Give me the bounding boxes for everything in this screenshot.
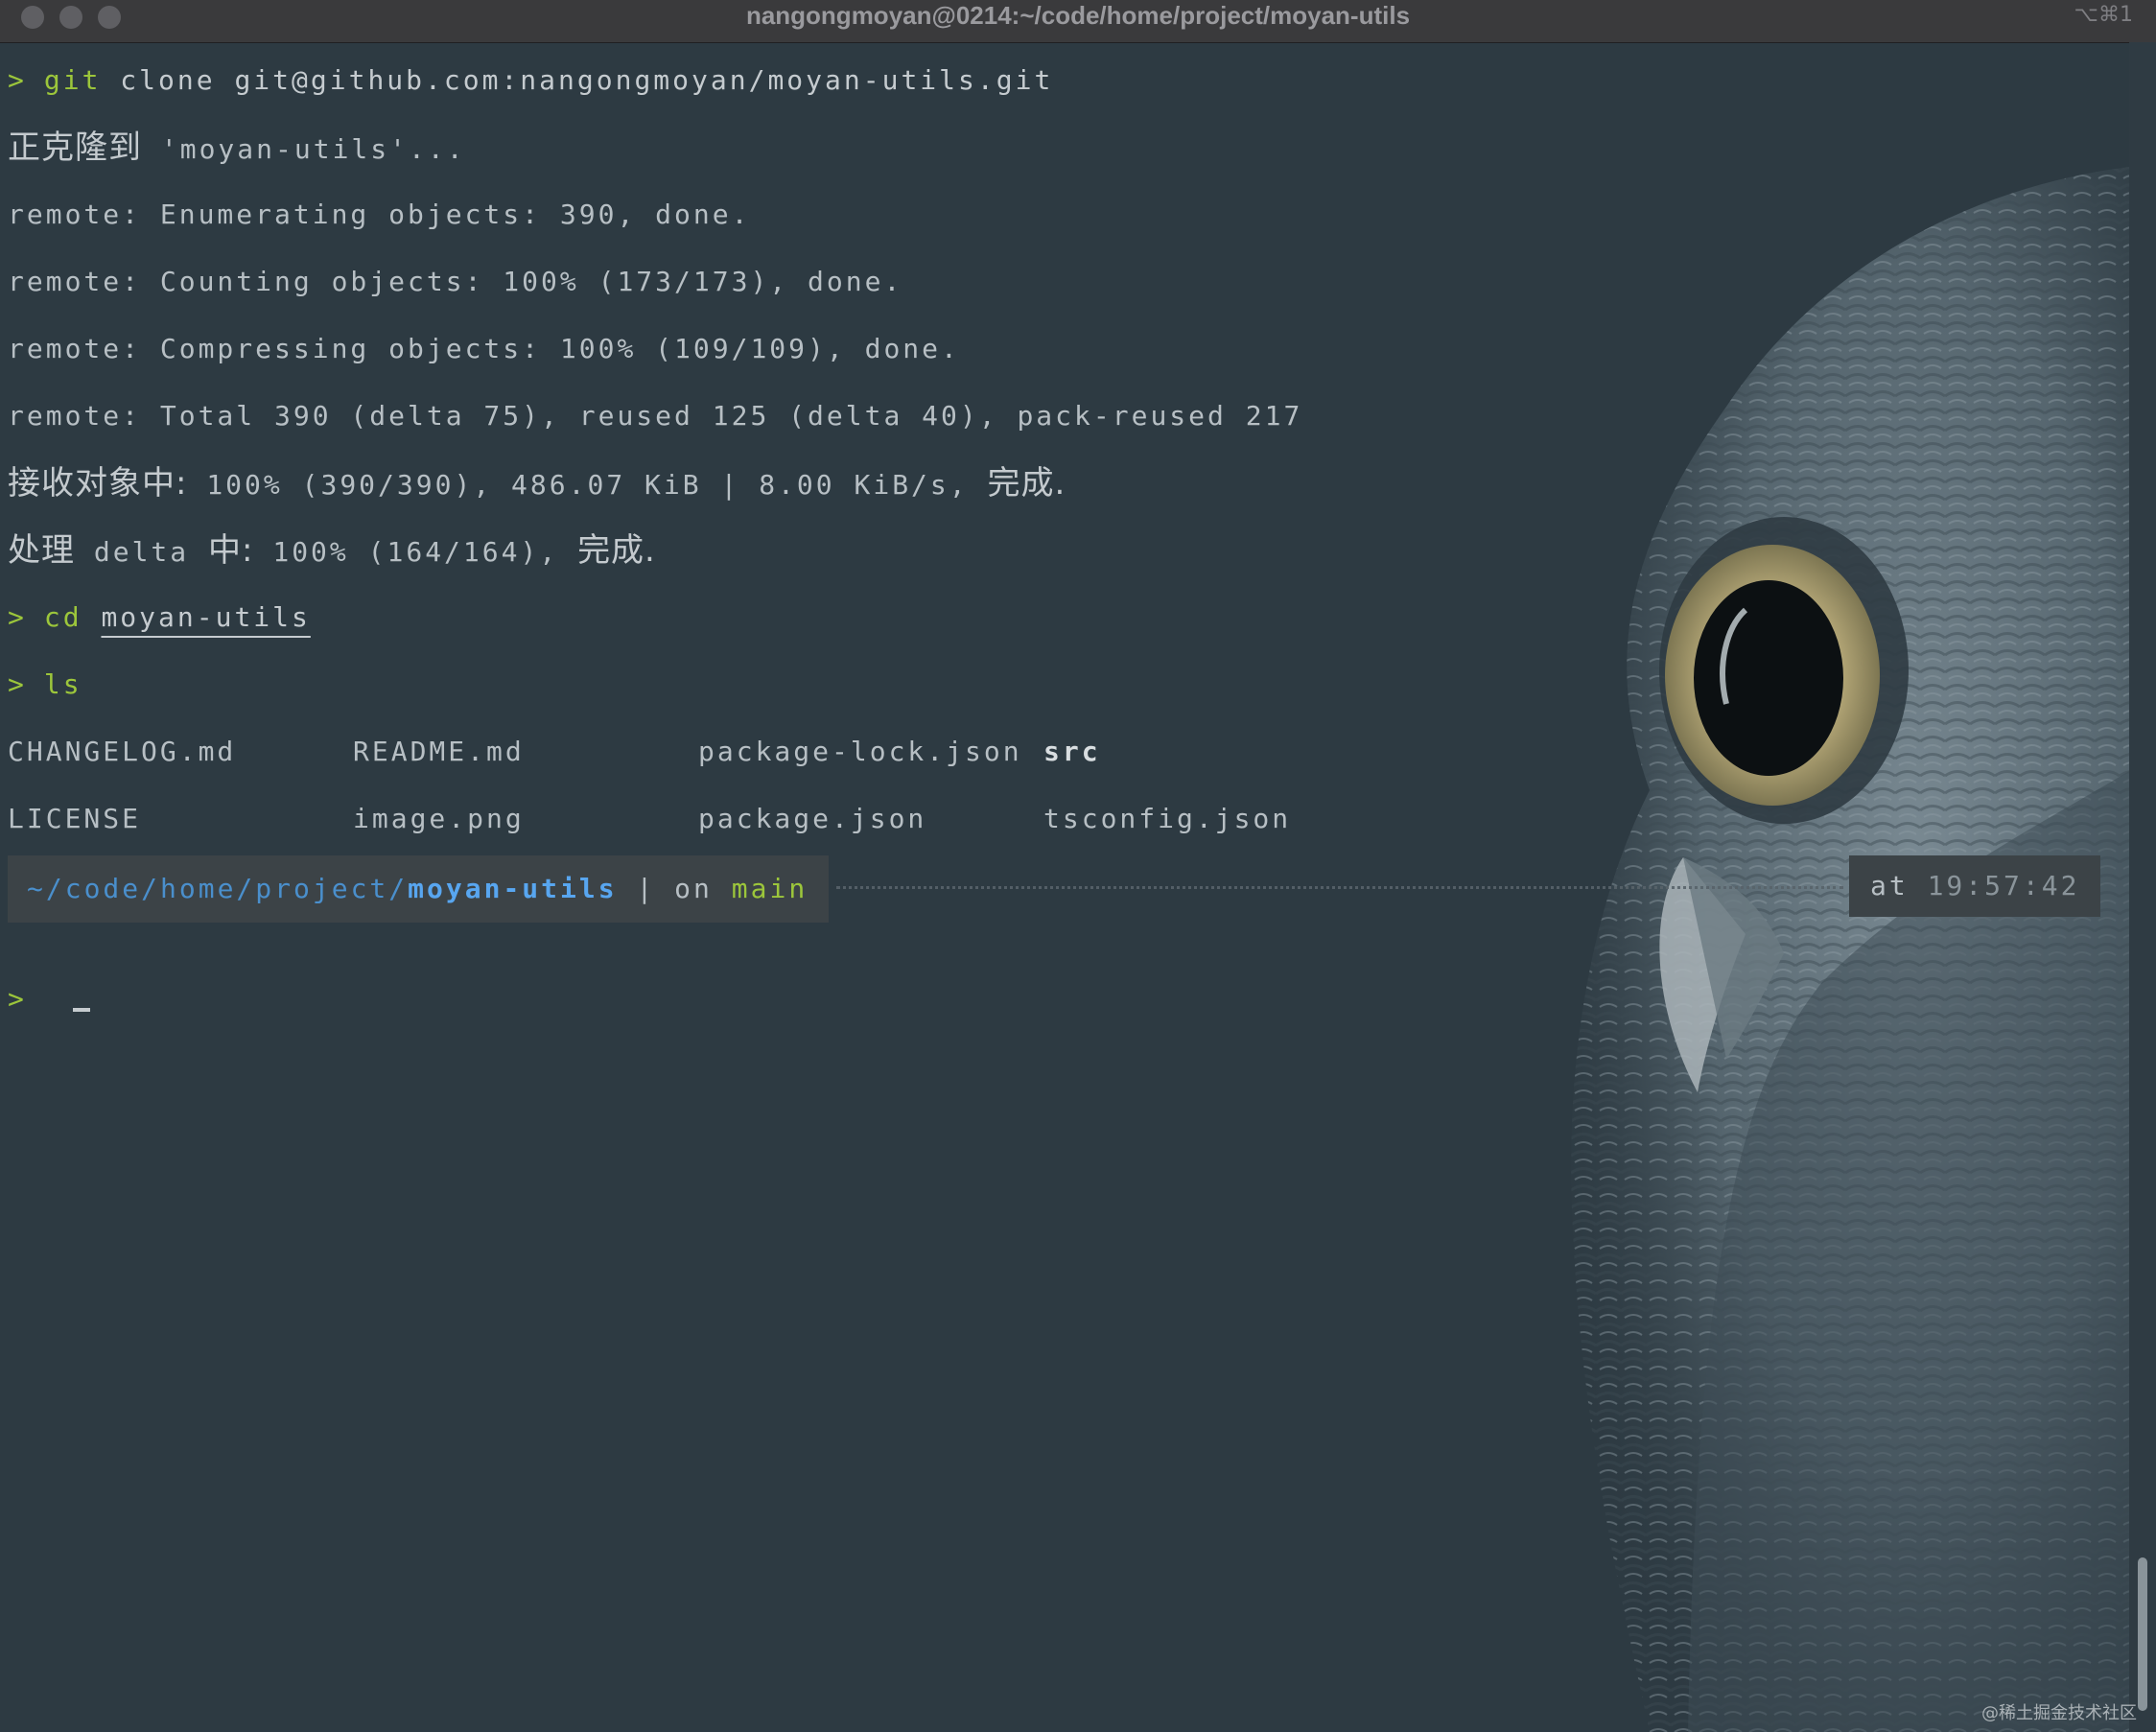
terminal-line-cloning: 正克隆到 'moyan-utils'... — [8, 119, 466, 176]
resolving-label: 处理 — [8, 531, 75, 570]
terminal-line-resolving-deltas: 处理 delta 中: 100% (164/164), 完成. — [8, 522, 656, 579]
ls-file: image.png — [353, 803, 525, 834]
prompt-chevron-icon: > — [8, 64, 27, 96]
prompt-path-dir: moyan-utils — [408, 873, 618, 904]
resolving-label-2: 中: — [208, 531, 254, 570]
resolving-done: 完成. — [577, 531, 656, 570]
prompt-chevron-icon: > — [8, 983, 27, 1015]
powerline-filler-dots — [836, 886, 1843, 889]
resolving-stats: 100% (164/164), — [253, 536, 559, 568]
powerline-left-segment: ~/code/home/project/moyan-utils | on mai… — [8, 855, 830, 923]
resolving-delta-word: delta — [75, 536, 209, 568]
cloning-label: 正克隆到 — [8, 129, 142, 167]
prompt-path-prefix: ~/code/home/project/ — [27, 873, 409, 904]
prompt-time: 19:57:42 — [1927, 870, 2080, 901]
receiving-label: 接收对象中: — [8, 464, 188, 503]
terminal-line-git-clone: > git clone git@github.com:nangongmoyan/m… — [8, 52, 1053, 109]
prompt-chevron-icon: > — [8, 601, 27, 633]
prompt-separator: | — [617, 873, 675, 904]
window-titlebar: nangongmoyan@0214:~/code/home/project/mo… — [0, 0, 2156, 43]
command-name: git — [43, 64, 102, 96]
ls-directory: src — [1043, 736, 1101, 767]
command-args: clone git@github.com:nangongmoyan/moyan-… — [120, 64, 1054, 96]
terminal-line-remote-counting: remote: Counting objects: 100% (173/173)… — [8, 266, 903, 297]
terminal-line-receiving: 接收对象中: 100% (390/390), 486.07 KiB | 8.00… — [8, 455, 1066, 512]
terminal-line-remote-total: remote: Total 390 (delta 75), reused 125… — [8, 400, 1303, 432]
ls-file: CHANGELOG.md — [8, 736, 237, 767]
prompt-chevron-icon: > — [8, 668, 27, 700]
terminal-pane[interactable]: > git clone git@github.com:nangongmoyan/m… — [0, 42, 2129, 1732]
receiving-done: 完成. — [987, 464, 1066, 503]
watermark: @稀土掘金技术社区 — [1981, 1703, 2137, 1723]
command-args: moyan-utils — [101, 601, 311, 633]
ls-file: package.json — [698, 803, 927, 834]
powerline-right-segment: at 19:57:42 — [1849, 855, 2101, 917]
scrollbar-thumb[interactable] — [2138, 1557, 2147, 1711]
time-at-label: at — [1870, 870, 1928, 901]
git-branch: main — [731, 873, 808, 904]
text-cursor — [72, 1008, 90, 1012]
terminal-line-remote-compressing: remote: Compressing objects: 100% (109/1… — [8, 333, 960, 364]
command-name: ls — [43, 668, 82, 700]
window-title: nangongmoyan@0214:~/code/home/project/mo… — [745, 1, 1411, 30]
ls-file: README.md — [353, 736, 525, 767]
terminal-line-current-prompt[interactable]: > — [8, 971, 90, 1028]
git-on-label: on — [674, 873, 732, 904]
terminal-scrollbar[interactable] — [2129, 42, 2156, 1732]
command-name: cd — [43, 601, 82, 633]
terminal-line-ls: > ls — [8, 656, 82, 714]
receiving-stats: 100% (390/390), 486.07 KiB | 8.00 KiB/s, — [187, 469, 969, 501]
ls-file: package-lock.json — [698, 736, 1022, 767]
window-shortcut: ⌥⌘1 — [2074, 3, 2133, 27]
ls-file: tsconfig.json — [1043, 803, 1292, 834]
terminal-line-remote-enumerating: remote: Enumerating objects: 390, done. — [8, 199, 751, 230]
cloning-target: 'moyan-utils'... — [142, 133, 466, 165]
terminal-line-cd: > cd moyan-utils — [8, 589, 311, 646]
ls-file: LICENSE — [8, 803, 142, 834]
